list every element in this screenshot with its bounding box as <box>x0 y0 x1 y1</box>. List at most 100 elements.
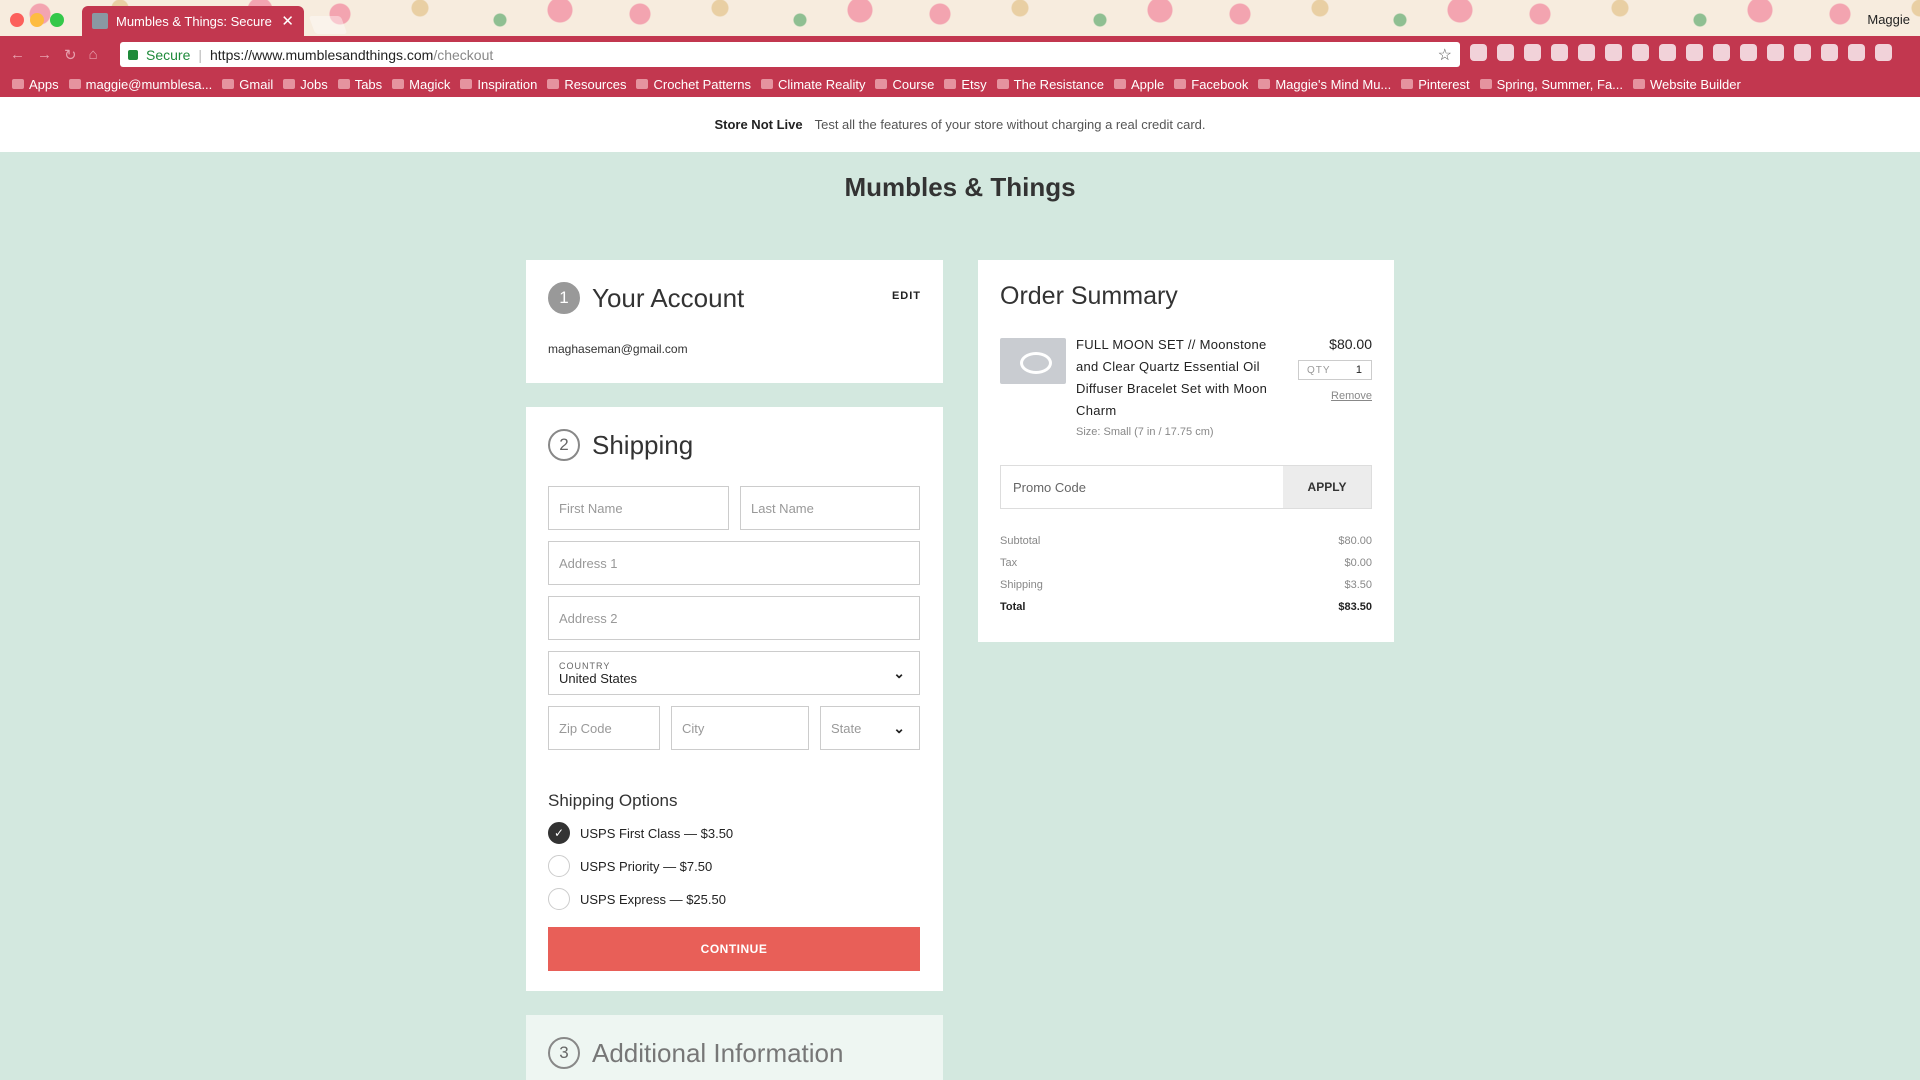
folder-icon <box>392 79 405 89</box>
radio-icon[interactable] <box>548 888 570 910</box>
bookmark-item[interactable]: The Resistance <box>996 77 1104 92</box>
extension-icon[interactable] <box>1524 44 1541 61</box>
extension-icon[interactable] <box>1578 44 1595 61</box>
bookmark-item[interactable]: Inspiration <box>460 77 537 92</box>
folder-icon <box>1174 79 1187 89</box>
bookmark-item[interactable]: Crochet Patterns <box>636 77 751 92</box>
maximize-window-icon[interactable] <box>50 13 64 27</box>
folder-icon <box>1114 79 1126 89</box>
bookmark-label: Website Builder <box>1650 76 1741 92</box>
folder-icon <box>283 79 296 89</box>
reload-icon[interactable]: ↻ <box>64 46 77 64</box>
extension-icon[interactable] <box>1875 44 1892 61</box>
extension-icon[interactable] <box>1794 44 1811 61</box>
bookmark-item[interactable]: maggie@mumblesa... <box>68 76 213 92</box>
bookmark-item[interactable]: Apple <box>1114 77 1164 92</box>
back-icon[interactable]: ← <box>10 46 25 64</box>
shipping-option[interactable]: ✓ USPS First Class — $3.50 <box>548 822 733 844</box>
pinterest-extension-icon[interactable] <box>1470 44 1487 61</box>
extension-icon[interactable] <box>1848 44 1865 61</box>
folder-icon <box>1258 79 1271 89</box>
home-icon[interactable]: ⌂ <box>89 46 98 64</box>
checked-radio-icon[interactable]: ✓ <box>548 822 570 844</box>
country-label: COUNTRY <box>559 660 611 671</box>
bookmark-item[interactable]: Course <box>875 77 934 92</box>
promo-form: Promo Code APPLY <box>1000 465 1372 509</box>
bookmark-item[interactable]: Maggie's Mind Mu... <box>1258 77 1391 92</box>
address1-field[interactable]: Address 1 <box>548 541 920 585</box>
address2-field[interactable]: Address 2 <box>548 596 920 640</box>
chevron-down-icon: ⌄ <box>893 720 905 736</box>
new-tab-button[interactable] <box>308 16 348 34</box>
remove-link[interactable]: Remove <box>1331 390 1372 402</box>
extension-icon[interactable] <box>1497 44 1514 61</box>
bookmark-item[interactable]: Pinterest <box>1401 77 1470 92</box>
extension-icon[interactable] <box>1659 44 1676 61</box>
bookmark-item[interactable]: Jobs <box>283 77 328 92</box>
bookmark-label: Inspiration <box>477 76 538 92</box>
folder-icon <box>460 79 473 89</box>
folder-icon <box>547 79 560 89</box>
lock-icon <box>128 49 138 60</box>
address-bar[interactable]: Secure | https://www.mumblesandthings.co… <box>120 42 1460 67</box>
forward-icon[interactable]: → <box>37 46 52 64</box>
last-name-field[interactable]: Last Name <box>740 486 920 530</box>
bookmark-star-icon[interactable]: ☆ <box>1438 45 1452 65</box>
qty-value: 1 <box>1355 364 1363 376</box>
extension-icon[interactable] <box>1551 44 1568 61</box>
browser-tab[interactable]: Mumbles & Things: Secure Ch ✕ <box>82 6 304 36</box>
store-not-live-banner: Store Not Live Test all the features of … <box>0 97 1920 152</box>
tab-close-icon[interactable]: ✕ <box>281 12 294 30</box>
extension-icon[interactable] <box>1686 44 1703 61</box>
apply-button[interactable]: APPLY <box>1283 466 1371 508</box>
bookmark-item[interactable]: Tabs <box>337 77 382 92</box>
bookmark-item[interactable]: Gmail <box>222 77 273 92</box>
first-name-field[interactable]: First Name <box>548 486 729 530</box>
minimize-window-icon[interactable] <box>30 13 44 27</box>
bookmark-item[interactable]: Website Builder <box>1633 77 1741 92</box>
qty-label: QTY <box>1307 364 1331 376</box>
extension-icon[interactable] <box>1767 44 1784 61</box>
close-window-icon[interactable] <box>10 13 24 27</box>
shipping-title: Shipping <box>592 429 694 460</box>
zip-code-field[interactable]: Zip Code <box>548 706 660 750</box>
profile-name[interactable]: Maggie <box>1867 12 1910 27</box>
city-field[interactable]: City <box>671 706 809 750</box>
bookmark-item[interactable]: Etsy <box>944 77 987 92</box>
folder-icon <box>1479 79 1492 89</box>
bookmark-item[interactable]: Spring, Summer, Fa... <box>1479 77 1623 92</box>
extension-icon[interactable] <box>1740 44 1757 61</box>
bookmark-label: Resources <box>564 76 627 92</box>
state-select[interactable]: State ⌄ <box>820 706 920 750</box>
extension-icon[interactable] <box>1821 44 1838 61</box>
country-select[interactable]: COUNTRY United States ⌄ <box>548 651 920 695</box>
bookmark-label: maggie@mumblesa... <box>85 76 213 92</box>
shipping-option[interactable]: USPS Express — $25.50 <box>548 888 726 910</box>
bookmark-label: Apple <box>1131 76 1165 92</box>
bookmark-item[interactable]: Resources <box>547 77 626 92</box>
bookmark-item[interactable]: Facebook <box>1174 77 1248 92</box>
summary-value: $83.50 <box>1338 601 1372 613</box>
additional-info-card[interactable]: 3 Additional Information <box>526 1015 943 1080</box>
folder-icon <box>12 79 24 89</box>
quantity-input[interactable]: QTY 1 <box>1298 360 1372 380</box>
shipping-card: 2 Shipping First Name Last Name Address … <box>526 407 943 991</box>
bookmark-item[interactable]: Apps <box>12 77 59 92</box>
extension-icon[interactable] <box>1632 44 1649 61</box>
summary-value: $80.00 <box>1338 535 1372 547</box>
promo-code-input[interactable]: Promo Code <box>1001 466 1283 508</box>
bookmark-item[interactable]: Climate Reality <box>761 77 865 92</box>
radio-icon[interactable] <box>548 855 570 877</box>
account-email: maghaseman@gmail.com <box>548 342 688 356</box>
continue-button[interactable]: CONTINUE <box>548 927 920 971</box>
shipping-option[interactable]: USPS Priority — $7.50 <box>548 855 712 877</box>
banner-text: Test all the features of your store with… <box>814 117 1206 132</box>
bookmark-item[interactable]: Magick <box>392 77 450 92</box>
account-title: Your Account <box>592 282 745 313</box>
folder-icon <box>875 79 888 89</box>
tab-favicon-icon <box>92 13 108 29</box>
extension-icon[interactable] <box>1713 44 1730 61</box>
adblock-extension-icon[interactable] <box>1605 44 1622 61</box>
edit-account-button[interactable]: EDIT <box>892 290 921 302</box>
summary-value: $3.50 <box>1344 579 1372 591</box>
